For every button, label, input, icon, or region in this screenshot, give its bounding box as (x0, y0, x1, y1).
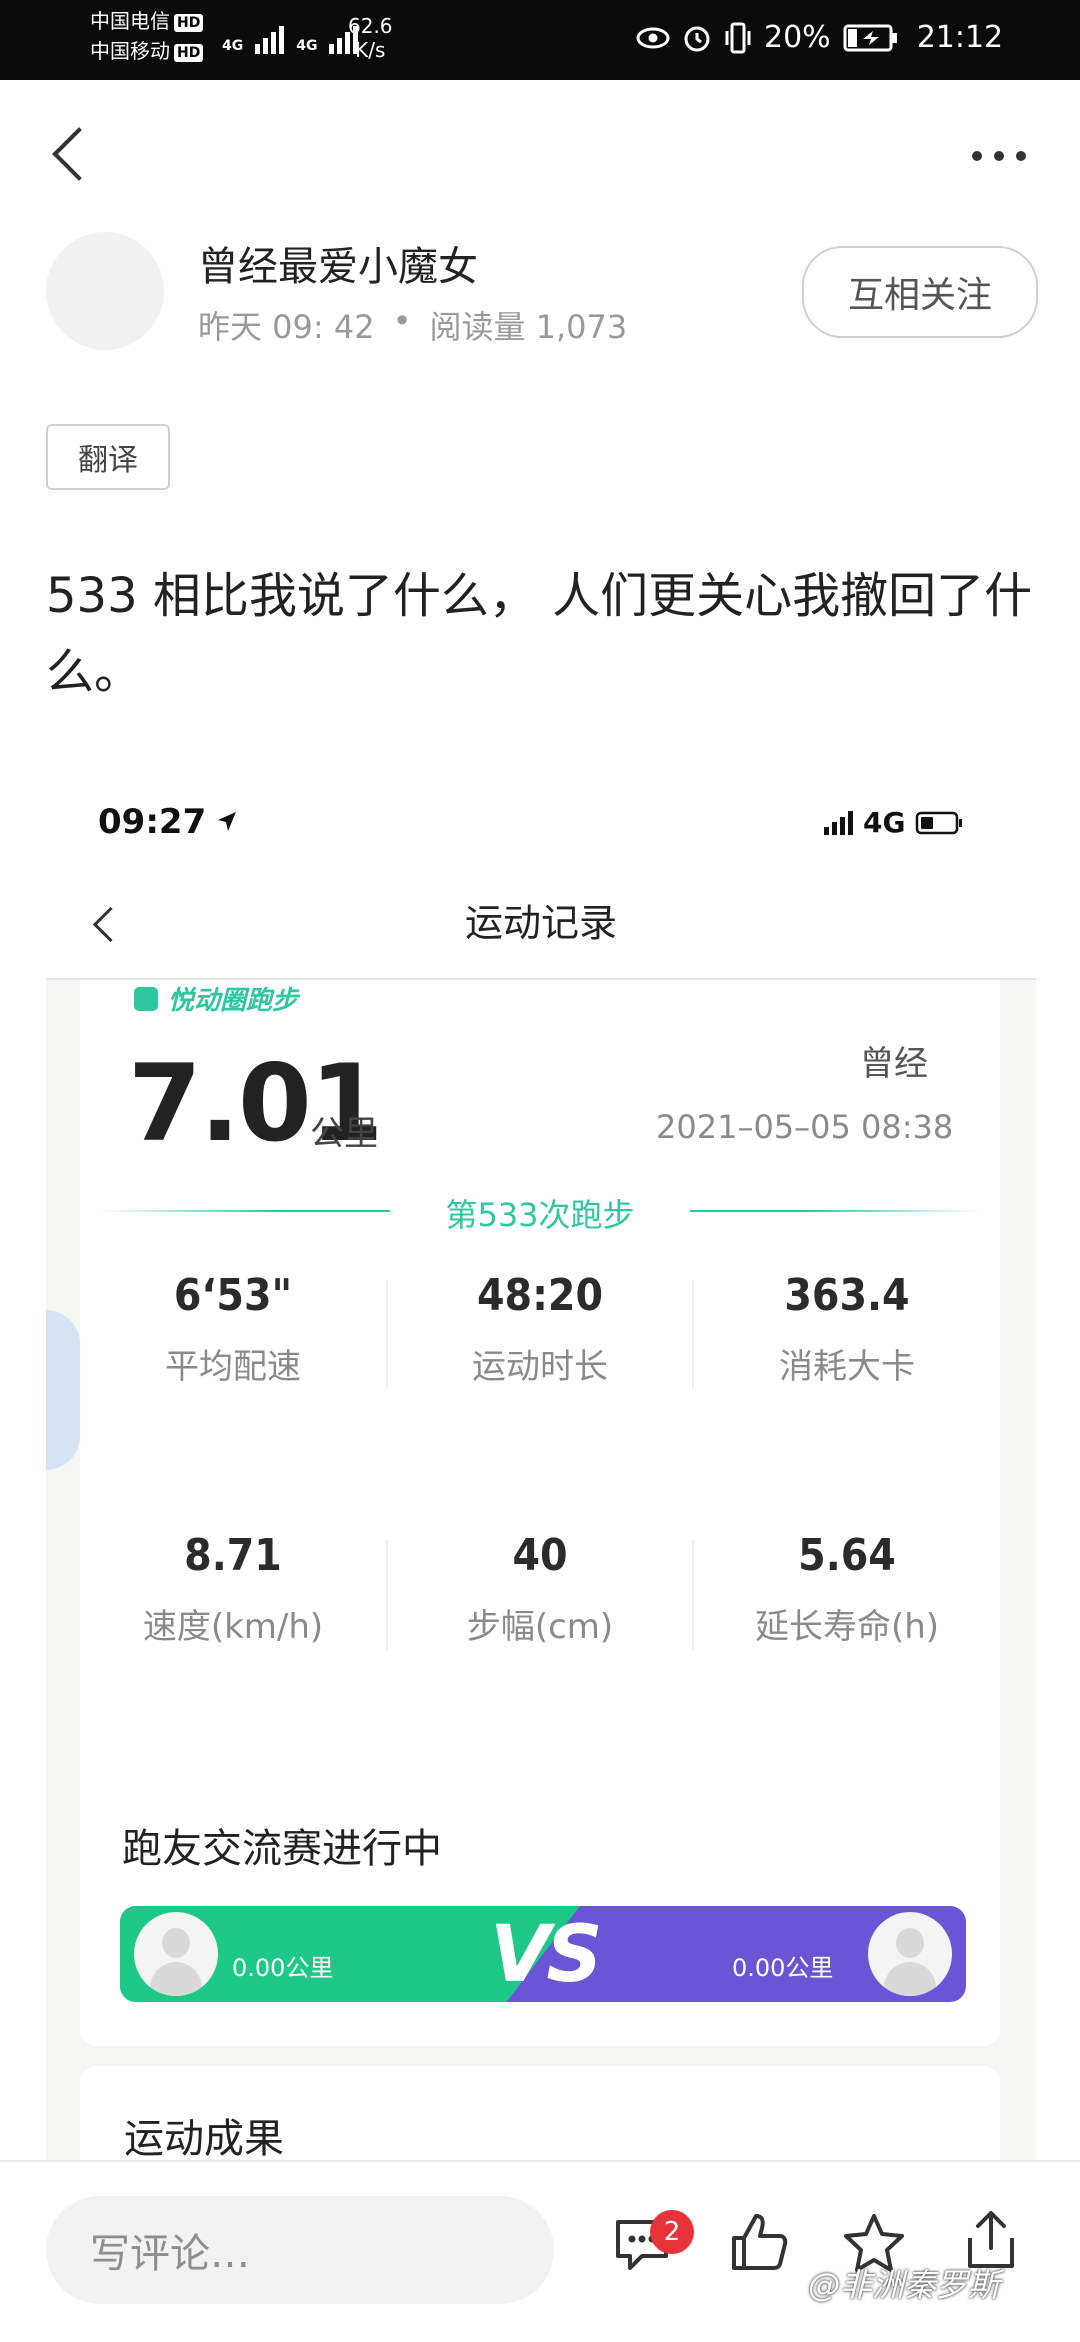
more-icon (966, 146, 1032, 165)
metric-value: 8.71 (184, 1530, 282, 1581)
vs-label: VS (490, 1910, 603, 2000)
meta-separator: • (392, 302, 412, 340)
author-name[interactable]: 曾经最爱小魔女 (198, 234, 478, 292)
network-type-2: 4G (296, 38, 318, 54)
post-image[interactable]: 09:27 4G 运动记录 悦动圈跑步 曾经 7.01 公里 2021–05–0… (46, 760, 1036, 2160)
author-avatar[interactable] (46, 232, 164, 350)
thumbs-up-icon (732, 2214, 788, 2270)
net-speed-unit: K/s (355, 38, 386, 62)
alarm-icon (684, 26, 710, 51)
shot-status-right: 4G (824, 806, 965, 839)
metric-duration: 48:20 运动时长 (388, 1270, 692, 1390)
carrier-1: 中国电信 (90, 9, 170, 33)
back-button[interactable] (52, 127, 106, 181)
results-title: 运动成果 (124, 2116, 284, 2160)
brand-row: 悦动圈跑步 (134, 980, 298, 1017)
comment-count-badge: 2 (650, 2210, 694, 2254)
post-content: 533 相比我说了什么， 人们更关心我撤回了什么。 (46, 568, 1033, 700)
challenge-title: 跑友交流赛进行中 (122, 1826, 442, 1872)
distance-unit: 公里 (310, 1114, 378, 1154)
carrier-2: 中国移动 (90, 39, 170, 63)
shot-map-edge (46, 1310, 80, 1470)
results-card: 运动成果 (80, 2066, 1000, 2160)
carrier-info: 中国电信 HD 中国移动 HD (90, 6, 204, 66)
signal-icon (255, 22, 285, 54)
metric-value: 363.4 (784, 1270, 910, 1321)
shot-network: 4G (863, 806, 906, 839)
metric-label: 速度(km/h) (142, 1607, 324, 1647)
metric-label: 平均配速 (165, 1347, 301, 1387)
brand-logo-icon (134, 986, 158, 1011)
metric-avg-pace: 6‘53" 平均配速 (80, 1270, 386, 1390)
battery-percent: 20% (764, 20, 831, 55)
location-arrow-icon (218, 812, 237, 831)
read-count: 阅读量 1,073 (429, 308, 628, 346)
run-count: 第533次跑步 (390, 1190, 690, 1234)
shot-signal-icon (824, 810, 853, 835)
brand-name: 悦动圈跑步 (168, 986, 299, 1016)
right-runner-km: 0.00公里 (732, 1954, 834, 1982)
network-type-1: 4G (222, 38, 244, 54)
watermark: @非洲秦罗斯 (808, 2266, 1001, 2304)
translate-button[interactable]: 翻译 (46, 424, 170, 490)
metric-label: 运动时长 (472, 1347, 608, 1387)
bottom-action-bar: 写评论… 2 @非洲秦罗斯 (0, 2160, 1080, 2342)
metric-stride: 40 步幅(cm) (388, 1530, 692, 1650)
hd-badge: HD (174, 13, 204, 32)
shot-battery-icon (916, 811, 963, 834)
metric-label: 步幅(cm) (466, 1607, 614, 1647)
hd-badge: HD (174, 43, 204, 62)
shot-nav-title: 运动记录 (464, 901, 617, 945)
clock: 21:12 (916, 20, 1004, 55)
metric-value: 5.64 (798, 1530, 896, 1581)
comment-input[interactable]: 写评论… (46, 2196, 554, 2304)
like-button[interactable] (728, 2210, 790, 2278)
metric-value: 6‘53" (173, 1270, 293, 1321)
metrics-row-1: 6‘53" 平均配速 48:20 运动时长 363.4 消耗大卡 (80, 1270, 1000, 1390)
post-time: 昨天 09: 42 (198, 308, 375, 346)
eye-icon (636, 27, 670, 48)
status-right: 20% 21:12 (636, 20, 1003, 55)
run-summary-card: 悦动圈跑步 曾经 7.01 公里 2021–05–05 08:38 第533次跑… (80, 980, 1000, 1490)
shot-time-text: 09:27 (98, 802, 207, 842)
vibrate-icon (725, 22, 751, 53)
shot-status-time: 09:27 (98, 802, 240, 842)
metrics-row-2: 8.71 速度(km/h) 40 步幅(cm) 5.64 延长寿命(h) (80, 1530, 1000, 1650)
back-arrow-icon (52, 127, 106, 181)
metric-value: 40 (512, 1530, 568, 1581)
run-datetime: 2021–05–05 08:38 (656, 1108, 954, 1146)
metric-life-extension: 5.64 延长寿命(h) (694, 1530, 1000, 1650)
metric-label: 消耗大卡 (779, 1347, 915, 1387)
metric-speed: 8.71 速度(km/h) (80, 1530, 386, 1650)
challenge-card[interactable]: 跑友交流赛进行中 0.00公里 VS 0.00公里 (80, 1776, 1000, 2046)
net-speed-value: 62.6 (348, 14, 393, 38)
vs-bar[interactable]: 0.00公里 VS 0.00公里 (120, 1906, 966, 2002)
run-user: 曾经 (860, 1044, 928, 1084)
right-runner-avatar (868, 1912, 952, 1996)
net-speed: 62.6 K/s (348, 14, 393, 62)
metric-value: 48:20 (476, 1270, 603, 1321)
post-meta: 昨天 09: 42 • 阅读量 1,073 (198, 302, 627, 348)
metric-label: 延长寿命(h) (754, 1607, 940, 1647)
left-runner-avatar (134, 1912, 218, 1996)
system-status-bar: 中国电信 HD 中国移动 HD 4G 4G 62.6 K/s 20% 21:12 (0, 0, 1080, 80)
follow-button[interactable]: 互相关注 (802, 246, 1038, 338)
left-runner-km: 0.00公里 (232, 1954, 334, 1982)
signal-group: 4G 4G (222, 22, 359, 54)
more-button[interactable] (966, 146, 1032, 165)
metric-calories: 363.4 消耗大卡 (694, 1270, 1000, 1390)
battery-charging-icon (843, 24, 897, 51)
